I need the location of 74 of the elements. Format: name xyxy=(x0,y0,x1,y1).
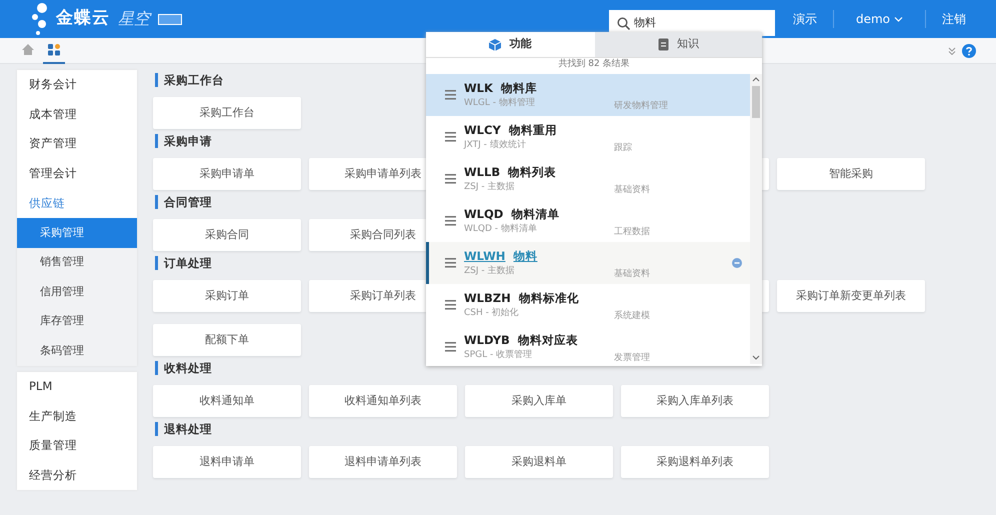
sidebar-item[interactable]: 财务会计 xyxy=(17,70,137,100)
menu-tile[interactable]: 配额下单 xyxy=(153,324,301,356)
result-tab[interactable]: 知识 xyxy=(594,32,762,58)
edition-tag-icon xyxy=(158,14,182,24)
sidebar-item[interactable]: PLM xyxy=(17,372,137,402)
menu-tile[interactable]: 采购工作台 xyxy=(153,97,301,129)
result-path: WLQD - 物料清单 xyxy=(464,222,538,236)
result-path: ZSJ - 主数据 xyxy=(464,180,516,194)
menu-lines-icon xyxy=(445,300,456,310)
result-path: SPGL - 收票管理 xyxy=(464,348,534,362)
sidebar-subitem[interactable]: 条码管理 xyxy=(17,336,137,366)
result-category: 研发物料管理 xyxy=(614,100,668,110)
sidebar-subitem[interactable]: 库存管理 xyxy=(17,306,137,336)
scrollbar[interactable] xyxy=(750,74,762,364)
sidebar-item[interactable]: 资产管理 xyxy=(17,129,137,159)
menu-tile[interactable]: 采购订单 xyxy=(153,280,301,312)
sidebar-subitem[interactable]: 信用管理 xyxy=(17,277,137,307)
result-category: 基础资料 xyxy=(614,268,650,278)
result-code: WLBZH xyxy=(464,290,511,307)
info-dot-icon[interactable] xyxy=(732,258,742,268)
cube-icon xyxy=(489,38,502,50)
menu-lines-icon xyxy=(445,132,456,142)
sidebar-subitem[interactable]: 采购管理 xyxy=(17,218,137,248)
result-code: WLLB xyxy=(464,164,500,181)
menu-tile[interactable]: 收料通知单 xyxy=(153,385,301,417)
document-icon xyxy=(658,38,669,51)
result-path: WLGL - 物料管理 xyxy=(464,96,536,110)
result-title: 物料标准化 xyxy=(518,290,579,307)
sidebar-item[interactable]: 供应链 xyxy=(17,188,137,218)
menu-lines-icon xyxy=(445,342,456,352)
result-category: 工程数据 xyxy=(614,226,650,236)
result-item[interactable]: WLWH 物料 ZSJ - 主数据 基础资料 xyxy=(426,242,750,284)
menu-tile[interactable]: 采购退料单 xyxy=(465,446,613,478)
result-code: WLDYB xyxy=(464,332,510,349)
menu-lines-icon xyxy=(445,216,456,226)
result-count: 共找到 82 条结果 xyxy=(557,58,631,71)
menu-lines-icon xyxy=(445,258,456,268)
menu-tile[interactable]: 退料申请单列表 xyxy=(309,446,457,478)
menu-tile[interactable]: 智能采购 xyxy=(777,158,925,190)
menu-tile[interactable]: 采购订单新变更单列表 xyxy=(777,280,925,312)
section-title: 退料处理 xyxy=(155,422,925,436)
result-category: 基础资料 xyxy=(614,184,650,194)
header-link[interactable]: demo xyxy=(832,10,925,28)
sidebar-item[interactable]: 质量管理 xyxy=(17,431,137,461)
sidebar-item[interactable]: 经营分析 xyxy=(17,460,137,490)
menu-tile[interactable]: 采购入库单列表 xyxy=(621,385,769,417)
home-icon xyxy=(22,44,34,55)
menu-lines-icon xyxy=(445,174,456,184)
menu-lines-icon xyxy=(445,90,456,100)
result-title: 物料对应表 xyxy=(518,332,578,349)
menu-tile[interactable]: 采购退料单列表 xyxy=(621,446,769,478)
sidebar-item[interactable]: 管理会计 xyxy=(17,158,137,188)
product-name: 星空 xyxy=(118,8,150,30)
header-link[interactable]: 演示 xyxy=(776,10,833,28)
help-icon[interactable] xyxy=(962,44,976,58)
menu-tile[interactable]: 采购合同 xyxy=(153,219,301,251)
menu-tile[interactable]: 采购入库单 xyxy=(465,385,613,417)
sidebar-subitem[interactable]: 销售管理 xyxy=(17,248,137,278)
search-icon xyxy=(616,16,630,30)
menu-tile[interactable]: 收料通知单列表 xyxy=(309,385,457,417)
apps-grid-icon xyxy=(48,44,60,56)
menu-tile[interactable]: 采购申请单 xyxy=(153,158,301,190)
result-category: 系统建模 xyxy=(614,310,650,320)
sidebar-item[interactable]: 成本管理 xyxy=(17,100,137,130)
header-link[interactable]: 注销 xyxy=(925,10,982,28)
double-chevron-icon[interactable] xyxy=(948,46,956,54)
result-path: CSH - 初始化 xyxy=(464,306,520,320)
logo-dots-icon xyxy=(30,2,48,36)
sidebar-item[interactable]: 生产制造 xyxy=(17,402,137,432)
result-tab[interactable]: 功能 xyxy=(426,32,594,58)
logo-text: 金蝶云 xyxy=(56,7,110,30)
result-title: 物料列表 xyxy=(508,164,556,181)
result-category: 发票管理 xyxy=(614,352,650,362)
menu-tile[interactable]: 退料申请单 xyxy=(153,446,301,478)
